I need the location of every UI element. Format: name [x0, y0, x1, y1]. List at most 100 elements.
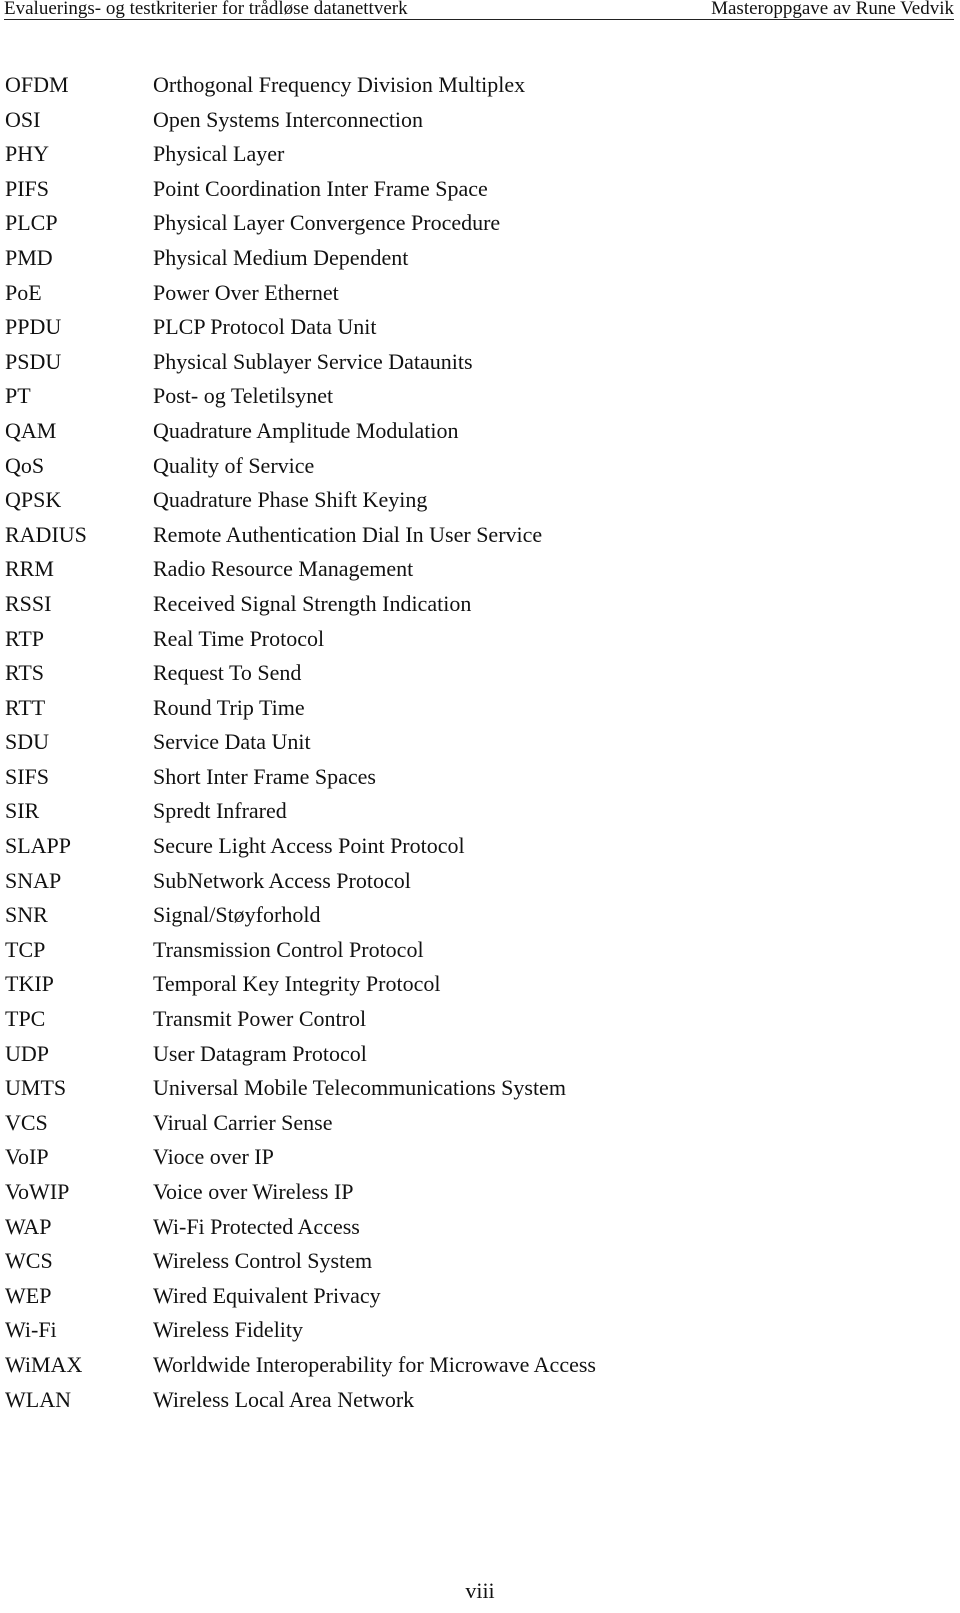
abbreviation-row: WCS Wireless Control System [5, 1246, 905, 1281]
abbreviation-term: PT [5, 383, 31, 409]
running-header: Evaluerings- og testkriterier for trådlø… [4, 0, 954, 20]
abbreviation-definition: Post- og Teletilsynet [153, 383, 334, 409]
abbreviation-term: PSDU [5, 348, 62, 374]
abbreviation-term: PoE [5, 279, 42, 305]
abbreviation-row: Wi-Fi Wireless Fidelity [5, 1315, 905, 1350]
abbreviation-definition: User Datagram Protocol [153, 1040, 367, 1066]
abbreviation-row: RTT Round Trip Time [5, 693, 905, 728]
abbreviation-row: PPDU PLCP Protocol Data Unit [5, 312, 905, 347]
abbreviation-term: RADIUS [5, 521, 87, 547]
abbreviation-definition: Transmit Power Control [153, 1006, 367, 1032]
abbreviation-term: QAM [5, 417, 57, 443]
document-title: Evaluerings- og testkriterier for trådlø… [4, 0, 408, 19]
abbreviation-term: OFDM [5, 72, 69, 97]
abbreviation-row: TPC Transmit Power Control [5, 1004, 905, 1039]
abbreviation-term: RTP [5, 625, 45, 651]
abbreviation-term: Wi-Fi [5, 1317, 57, 1343]
abbreviation-definition: Wi-Fi Protected Access [153, 1213, 360, 1239]
abbreviation-row: PHY Physical Layer [5, 139, 905, 174]
page-number: viii [465, 1578, 495, 1603]
abbreviation-definition: Quadrature Phase Shift Keying [153, 487, 428, 513]
abbreviation-definition: Remote Authentication Dial In User Servi… [153, 521, 543, 547]
abbreviation-definition: Orthogonal Frequency Division Multiplex [153, 72, 526, 97]
abbreviation-row: SIR Spredt Infrared [5, 796, 905, 831]
abbreviation-row: WLAN Wireless Local Area Network [5, 1385, 905, 1420]
abbreviation-term: RRM [5, 556, 54, 582]
abbreviation-term: VoWIP [5, 1179, 70, 1204]
abbreviation-term: PMD [5, 244, 53, 270]
abbreviation-term: SLAPP [5, 833, 72, 859]
abbreviation-list: OFDM Orthogonal Frequency Division Multip… [5, 70, 905, 1419]
abbreviation-definition: Received Signal Strength Indication [153, 590, 472, 616]
abbreviation-definition: Virual Carrier Sense [153, 1109, 333, 1135]
abbreviation-row: RADIUS Remote Authentication Dial In User… [5, 520, 905, 555]
abbreviation-term: OSI [5, 106, 41, 132]
abbreviation-definition: Wired Equivalent Privacy [153, 1282, 381, 1308]
abbreviation-definition: Radio Resource Management [153, 556, 414, 582]
abbreviation-definition: Service Data Unit [153, 729, 311, 755]
abbreviation-definition: Physical Sublayer Service Dataunits [153, 348, 473, 374]
abbreviation-row: RSSI Received Signal Strength Indication [5, 589, 905, 624]
abbreviation-row: WEP Wired Equivalent Privacy [5, 1281, 905, 1316]
abbreviation-definition: Quality of Service [153, 452, 315, 478]
abbreviation-definition: Voice over Wireless IP [153, 1179, 354, 1204]
abbreviation-definition: Wireless Local Area Network [153, 1386, 415, 1412]
abbreviation-term: RTS [5, 660, 45, 686]
abbreviation-row: RTP Real Time Protocol [5, 624, 905, 659]
abbreviation-term: QoS [5, 452, 45, 478]
abbreviation-row: QAM Quadrature Amplitude Modulation [5, 416, 905, 451]
abbreviation-definition: Power Over Ethernet [153, 279, 339, 305]
abbreviation-term: UDP [5, 1040, 50, 1066]
abbreviation-row: SNR Signal/Støyforhold [5, 900, 905, 935]
abbreviation-term: RSSI [5, 590, 52, 616]
abbreviation-definition: Open Systems Interconnection [153, 106, 424, 132]
abbreviation-row: RTS Request To Send [5, 658, 905, 693]
abbreviation-term: SIFS [5, 763, 50, 789]
abbreviation-term: TPC [5, 1006, 46, 1032]
abbreviation-row: TKIP Temporal Key Integrity Protocol [5, 969, 905, 1004]
author-line: Masteroppgave av Rune Vedvik [711, 0, 954, 19]
abbreviation-definition: PLCP Protocol Data Unit [153, 314, 377, 340]
abbreviation-definition: Physical Layer Convergence Procedure [153, 210, 501, 236]
abbreviation-row: PoE Power Over Ethernet [5, 278, 905, 313]
abbreviation-definition: Worldwide Interoperability for Microwave… [153, 1351, 596, 1377]
abbreviation-definition: Universal Mobile Telecommunications Syst… [153, 1075, 566, 1101]
abbreviation-definition: Quadrature Amplitude Modulation [153, 417, 459, 443]
abbreviation-definition: Transmission Control Protocol [153, 936, 424, 962]
abbreviation-term: VoIP [5, 1144, 49, 1170]
abbreviation-term: PPDU [5, 314, 62, 340]
abbreviation-term: WCS [5, 1248, 53, 1274]
abbreviation-definition: Real Time Protocol [153, 625, 325, 651]
abbreviation-row: WAP Wi-Fi Protected Access [5, 1212, 905, 1247]
abbreviation-term: WLAN [5, 1386, 71, 1412]
abbreviation-definition: Signal/Støyforhold [153, 902, 321, 928]
abbreviation-row: PMD Physical Medium Dependent [5, 243, 905, 278]
abbreviation-row: SLAPP Secure Light Access Point Protocol [5, 831, 905, 866]
abbreviation-definition: Request To Send [153, 660, 302, 686]
abbreviation-row: VoIP Vioce over IP [5, 1142, 905, 1177]
abbreviation-row: PIFS Point Coordination Inter Frame Space [5, 174, 905, 209]
abbreviation-term: QPSK [5, 487, 62, 513]
abbreviation-row: PT Post- og Teletilsynet [5, 381, 905, 416]
abbreviation-term: SNAP [5, 867, 62, 893]
abbreviation-term: PIFS [5, 175, 50, 201]
abbreviation-row: QoS Quality of Service [5, 451, 905, 486]
abbreviation-row: SNAP SubNetwork Access Protocol [5, 866, 905, 901]
abbreviation-definition: Wireless Fidelity [153, 1317, 304, 1343]
abbreviation-term: WAP [5, 1213, 52, 1239]
abbreviation-term: SIR [5, 798, 40, 824]
abbreviation-row: VoWIP Voice over Wireless IP [5, 1177, 905, 1212]
abbreviation-row: PLCP Physical Layer Convergence Procedure [5, 208, 905, 243]
abbreviation-definition: Wireless Control System [153, 1248, 373, 1274]
abbreviation-term: WEP [5, 1282, 52, 1308]
abbreviation-term: TKIP [5, 971, 54, 997]
abbreviation-term: WiMAX [5, 1351, 83, 1377]
abbreviation-row: VCS Virual Carrier Sense [5, 1108, 905, 1143]
abbreviation-row: QPSK Quadrature Phase Shift Keying [5, 485, 905, 520]
abbreviation-definition: Vioce over IP [153, 1144, 274, 1170]
abbreviation-row: WiMAX Worldwide Interoperability for Micr… [5, 1350, 905, 1385]
abbreviation-row: TCP Transmission Control Protocol [5, 935, 905, 970]
abbreviation-row: OFDM Orthogonal Frequency Division Multip… [5, 70, 905, 105]
abbreviation-term: VCS [5, 1109, 48, 1135]
abbreviation-definition: Short Inter Frame Spaces [153, 763, 376, 789]
